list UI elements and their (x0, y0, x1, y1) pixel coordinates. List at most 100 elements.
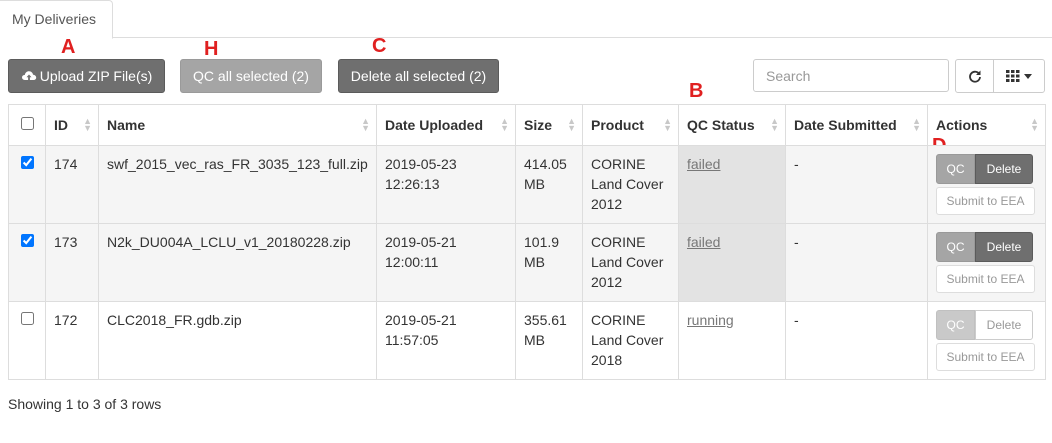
row-select-cell (8, 145, 46, 224)
qc-status-link[interactable]: failed (687, 156, 720, 172)
action-button-group: QC Delete (936, 232, 1033, 262)
column-header-label: Product (591, 117, 644, 133)
time-text: 11:57:05 (385, 332, 439, 348)
row-checkbox[interactable] (20, 156, 34, 169)
date-uploaded-cell: 2019-05-21 11:57:05 (376, 301, 516, 380)
id-cell: 172 (45, 301, 99, 380)
sort-icon: ▲ ▼ (1030, 116, 1039, 133)
product-text: CORINE (591, 156, 646, 172)
product-text: Land Cover (591, 176, 664, 192)
row-select-cell (8, 301, 46, 380)
date-submitted-cell: - (785, 223, 928, 302)
actions-cell: QC Delete Submit to EEA (927, 145, 1046, 224)
column-header-actions[interactable]: Actions ▲ ▼ (927, 104, 1046, 146)
sort-icon: ▲ ▼ (83, 116, 92, 133)
sort-icon: ▲ ▼ (500, 116, 509, 133)
column-header-label: ID (54, 117, 68, 133)
qc-status-cell: failed (678, 223, 786, 302)
qc-status-cell: running (678, 301, 786, 380)
sort-icon: ▲ ▼ (567, 116, 576, 133)
annotation-a: A (61, 36, 76, 58)
qc-button[interactable]: QC (936, 310, 975, 340)
name-cell: swf_2015_vec_ras_FR_3035_123_full.zip (98, 145, 377, 224)
column-header-size[interactable]: Size ▲ ▼ (515, 104, 583, 146)
row-select-cell (8, 223, 46, 302)
deliveries-table: ID ▲ ▼ Name ▲ ▼ Date Uploaded ▲ ▼ Size ▲ ▼ Produ… (8, 104, 1046, 380)
search-input[interactable] (753, 59, 949, 92)
product-year: 2012 (591, 274, 623, 290)
action-button-group: QC Delete (936, 310, 1033, 340)
column-header-qc-status[interactable]: QC Status ▲ ▼ (678, 104, 786, 146)
size-unit: MB (524, 176, 545, 192)
delete-button[interactable]: Delete (975, 154, 1033, 184)
product-cell: CORINE Land Cover 2018 (582, 301, 679, 380)
column-header-date-submitted[interactable]: Date Submitted ▲ ▼ (785, 104, 928, 146)
size-cell: 101.9 MB (515, 223, 583, 302)
size-cell: 355.61 MB (515, 301, 583, 380)
qc-status-cell: failed (678, 145, 786, 224)
refresh-button[interactable] (955, 59, 994, 93)
date-text: 2019-05-21 (385, 234, 457, 250)
qc-status-link[interactable]: failed (687, 234, 720, 250)
column-header-label: Name (107, 117, 146, 133)
column-header-id[interactable]: ID ▲ ▼ (45, 104, 99, 146)
sort-icon: ▲ ▼ (361, 116, 370, 133)
refresh-icon (968, 70, 981, 83)
id-cell: 173 (45, 223, 99, 302)
submit-to-eea-button[interactable]: Submit to EEA (936, 343, 1035, 371)
size-value: 355.61 (524, 312, 567, 328)
delete-button[interactable]: Delete (975, 310, 1033, 340)
column-header-label: Date Submitted (794, 117, 897, 133)
upload-zip-label: Upload ZIP File(s) (39, 68, 153, 84)
pagination-info: Showing 1 to 3 of 3 rows (8, 396, 162, 412)
time-text: 12:00:11 (385, 254, 439, 270)
sort-icon: ▲ ▼ (770, 116, 779, 133)
date-uploaded-cell: 2019-05-23 12:26:13 (376, 145, 516, 224)
submit-to-eea-button[interactable]: Submit to EEA (936, 265, 1035, 293)
columns-toggle-button[interactable] (993, 59, 1045, 93)
qc-button[interactable]: QC (936, 154, 975, 184)
delete-button[interactable]: Delete (975, 232, 1033, 262)
table-row: 172 CLC2018_FR.gdb.zip 2019-05-21 11:57:0… (8, 301, 1046, 380)
sort-icon: ▲ ▼ (912, 116, 921, 133)
column-header-name[interactable]: Name ▲ ▼ (98, 104, 377, 146)
column-header-date-uploaded[interactable]: Date Uploaded ▲ ▼ (376, 104, 516, 146)
caret-down-icon (1024, 73, 1032, 79)
submit-to-eea-button[interactable]: Submit to EEA (936, 187, 1035, 215)
column-header-label: Actions (936, 117, 988, 133)
action-button-group: QC Delete (936, 154, 1033, 184)
size-value: 101.9 (524, 234, 560, 250)
size-value: 414.05 (524, 156, 567, 172)
time-text: 12:26:13 (385, 176, 440, 192)
upload-zip-button[interactable]: Upload ZIP File(s) (8, 59, 165, 93)
product-text: Land Cover (591, 254, 664, 270)
column-header-product[interactable]: Product ▲ ▼ (582, 104, 679, 146)
qc-button[interactable]: QC (936, 232, 975, 262)
qc-status-link[interactable]: running (687, 312, 734, 328)
delete-all-selected-button[interactable]: Delete all selected (2) (338, 59, 499, 93)
date-uploaded-cell: 2019-05-21 12:00:11 (376, 223, 516, 302)
size-cell: 414.05 MB (515, 145, 583, 224)
qc-all-selected-label: QC all selected (2) (193, 68, 309, 84)
name-cell: N2k_DU004A_LCLU_v1_20180228.zip (98, 223, 377, 302)
column-header-label: QC Status (687, 117, 755, 133)
tab-my-deliveries[interactable]: My Deliveries (0, 0, 113, 39)
annotation-c: C (372, 35, 387, 57)
row-checkbox[interactable] (20, 234, 34, 247)
product-text: CORINE (591, 234, 646, 250)
product-text: Land Cover (591, 332, 664, 348)
date-submitted-cell: - (785, 301, 928, 380)
column-header-label: Date Uploaded (385, 117, 484, 133)
select-all-checkbox[interactable] (20, 117, 34, 130)
columns-grid-icon (1006, 70, 1020, 82)
size-unit: MB (524, 254, 545, 270)
tab-bar: My Deliveries (0, 0, 1052, 39)
product-text: CORINE (591, 312, 646, 328)
qc-all-selected-button[interactable]: QC all selected (2) (180, 59, 322, 93)
column-header-label: Size (524, 117, 553, 133)
sort-icon: ▲ ▼ (663, 116, 672, 133)
product-cell: CORINE Land Cover 2012 (582, 145, 679, 224)
row-checkbox[interactable] (20, 312, 34, 325)
id-cell: 174 (45, 145, 99, 224)
cloud-upload-icon (21, 71, 36, 81)
